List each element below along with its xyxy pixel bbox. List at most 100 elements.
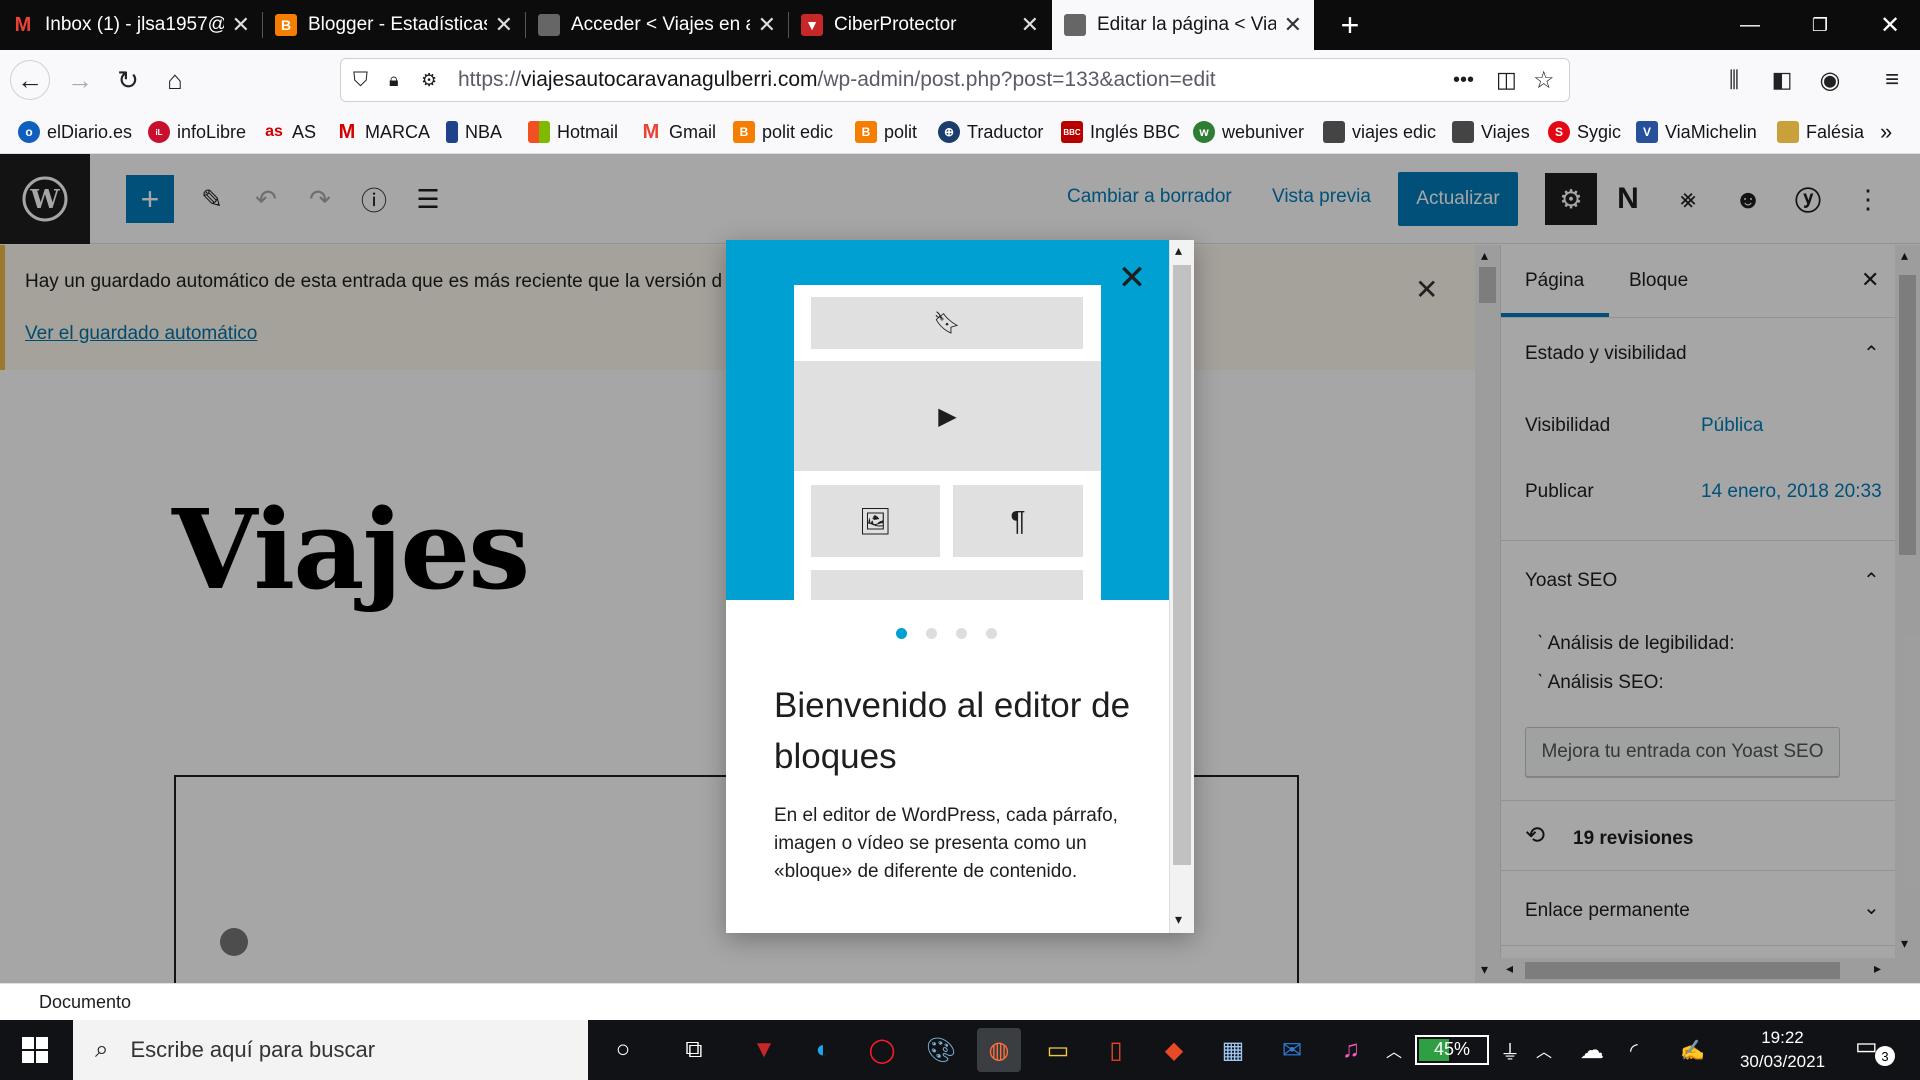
minimize-icon[interactable]: — — [1720, 0, 1780, 50]
onedrive-icon[interactable]: ☁ — [1580, 1020, 1604, 1080]
bookmark-falesia[interactable]: Falésia — [1777, 118, 1864, 146]
bookmark-eldiario[interactable]: o elDiario.es — [18, 118, 132, 146]
bookmark-viamichelin[interactable]: V ViaMichelin — [1636, 118, 1757, 146]
url-bar[interactable]: ⛉ 🔒︎ ⚙ https://viajesautocaravanagulberr… — [340, 58, 1570, 102]
forward-icon[interactable]: → — [60, 60, 100, 100]
clock-time: 19:22 — [1761, 1028, 1804, 1047]
bookmark-polit[interactable]: Bpolit — [855, 118, 917, 146]
page-dot[interactable] — [896, 628, 907, 639]
close-tab-icon[interactable]: ✕ — [1021, 12, 1039, 38]
lock-icon[interactable]: 🔒︎ — [389, 70, 399, 91]
editor-footer: Documento — [0, 983, 1920, 1020]
back-icon[interactable]: ← — [10, 60, 50, 100]
library-icon[interactable]: ⫼ — [1714, 60, 1754, 100]
bookmark-infolibre[interactable]: iL infoLibre — [148, 118, 246, 146]
tracking-shield-icon[interactable]: ⛉ — [353, 69, 368, 92]
close-window-icon[interactable]: ✕ — [1860, 0, 1920, 50]
calculator-app-icon[interactable]: ▦ — [1211, 1028, 1255, 1072]
blogger-icon: B — [733, 121, 755, 143]
restore-icon[interactable]: ❐ — [1790, 0, 1850, 50]
bookmark-webuniver[interactable]: w webuniver — [1193, 118, 1304, 146]
bookmark-traductor[interactable]: ⊕ Traductor — [938, 118, 1043, 146]
breadcrumb-document[interactable]: Documento — [39, 992, 131, 1013]
sygic-icon: S — [1548, 121, 1570, 143]
firefox-icon[interactable]: ◍ — [977, 1028, 1021, 1072]
close-tab-icon[interactable]: ✕ — [758, 12, 776, 38]
bookmark-hotmail[interactable]: Hotmail — [528, 118, 618, 146]
file-explorer-icon[interactable]: ▭ — [1036, 1028, 1080, 1072]
opera-icon[interactable]: ◯ — [860, 1028, 904, 1072]
office-icon[interactable]: ▯ — [1094, 1028, 1138, 1072]
tab-ciberprotector[interactable]: ▼ CiberProtector ✕ — [789, 0, 1051, 50]
taskbar-search-box[interactable]: ⌕ Escribe aquí para buscar — [73, 1020, 588, 1080]
new-tab-button[interactable]: + — [1320, 0, 1380, 50]
bookmark-as[interactable]: as AS — [263, 118, 316, 146]
scroll-down-icon[interactable]: ▾ — [1175, 911, 1182, 928]
brave-icon[interactable]: ▼ — [742, 1028, 786, 1072]
modal-scrollbar[interactable]: ▴ ▾ — [1169, 240, 1194, 933]
scroll-up-icon[interactable]: ▴ — [1175, 242, 1182, 259]
notification-center-icon[interactable]: ▭ 3 — [1855, 1032, 1895, 1068]
globe-icon: ⊕ — [938, 121, 960, 143]
system-clock[interactable]: 19:22 30/03/2021 — [1730, 1026, 1835, 1074]
tab-acceder[interactable]: Acceder < Viajes en autocarav ✕ — [526, 0, 788, 50]
search-icon: ⌕ — [95, 1036, 109, 1063]
bookmark-star-icon[interactable]: ☆ — [1533, 66, 1555, 95]
reload-icon[interactable]: ↻ — [108, 60, 148, 100]
tab-title: Editar la página < Viajes en a — [1097, 14, 1276, 35]
infolibre-icon: iL — [148, 121, 170, 143]
mail-icon[interactable]: ✉ — [1270, 1028, 1314, 1072]
itunes-icon[interactable]: ♫ — [1329, 1028, 1373, 1072]
site-icon — [1452, 121, 1474, 143]
bookmark-ingles-bbc[interactable]: BBC Inglés BBC — [1061, 118, 1180, 146]
falesia-icon — [1777, 121, 1799, 143]
close-tab-icon[interactable]: ✕ — [232, 12, 250, 38]
blogger-app-icon[interactable]: ◆ — [1152, 1028, 1196, 1072]
site-icon — [538, 14, 560, 36]
modal-scroll-thumb[interactable] — [1173, 265, 1191, 865]
bookmark-viajes[interactable]: Viajes — [1452, 118, 1530, 146]
home-icon[interactable]: ⌂ — [155, 60, 195, 100]
sidebar-toggle-icon[interactable]: ◧ — [1762, 60, 1802, 100]
tab-blogger[interactable]: B Blogger - Estadísticas ✕ — [263, 0, 525, 50]
bookmark-sygic[interactable]: S Sygic — [1548, 118, 1621, 146]
more-bookmarks-icon[interactable]: » — [1880, 118, 1892, 146]
pen-icon[interactable]: ✍ — [1680, 1020, 1705, 1080]
wifi-icon[interactable]: ◜ — [1630, 1020, 1638, 1080]
url-text: https://viajesautocaravanagulberri.com/w… — [458, 68, 1216, 91]
page-dot[interactable] — [986, 628, 997, 639]
search-placeholder: Escribe aquí para buscar — [130, 1037, 376, 1062]
account-icon[interactable]: ◉ — [1810, 60, 1850, 100]
task-view-icon[interactable]: ⧉ — [672, 1028, 716, 1072]
microsoft-icon — [528, 121, 550, 143]
menu-icon[interactable]: ≡ — [1872, 60, 1912, 100]
bookmark-gmail[interactable]: M Gmail — [640, 118, 716, 146]
page-actions-icon[interactable]: ••• — [1453, 69, 1474, 92]
tab-editar-pagina[interactable]: Editar la página < Viajes en a ✕ — [1052, 0, 1314, 50]
tab-gmail[interactable]: M Inbox (1) - jlsa1957@gmail.co ✕ — [0, 0, 262, 50]
close-modal-icon[interactable]: ✕ — [1112, 258, 1152, 298]
page-dot[interactable] — [926, 628, 937, 639]
illustration-block: ▶ — [794, 361, 1101, 471]
tab-title: Blogger - Estadísticas — [308, 14, 487, 35]
windows-start-icon[interactable] — [0, 1020, 70, 1080]
battery-indicator[interactable]: 45% — [1415, 1035, 1489, 1065]
pocket-icon[interactable]: ◫ — [1496, 67, 1517, 93]
close-tab-icon[interactable]: ✕ — [495, 12, 513, 38]
illustration-card: 🔖︎ ▶ 🖼︎ ¶ — [794, 285, 1101, 600]
power-plug-icon[interactable]: ⏚ — [1500, 1020, 1520, 1080]
tray-chevron-icon[interactable]: ︿ — [1386, 1020, 1402, 1080]
bookmark-viajes-edic[interactable]: viajes edic — [1323, 118, 1436, 146]
webuniver-icon: w — [1193, 121, 1215, 143]
edge-icon[interactable]: ◐ — [801, 1028, 845, 1072]
page-dot[interactable] — [956, 628, 967, 639]
permissions-icon[interactable]: ⚙ — [421, 70, 437, 91]
bookmark-polit-edic[interactable]: Bpolit edic — [733, 118, 833, 146]
paint-icon[interactable]: 🎨︎ — [919, 1028, 963, 1072]
bookmark-nba[interactable]: NBA — [446, 118, 502, 146]
bookmark-marca[interactable]: M MARCA — [336, 118, 430, 146]
close-tab-icon[interactable]: ✕ — [1284, 12, 1302, 38]
cortana-icon[interactable]: ○ — [601, 1028, 645, 1072]
show-hidden-icons[interactable]: ︿ — [1536, 1020, 1552, 1080]
site-icon — [1064, 14, 1086, 36]
